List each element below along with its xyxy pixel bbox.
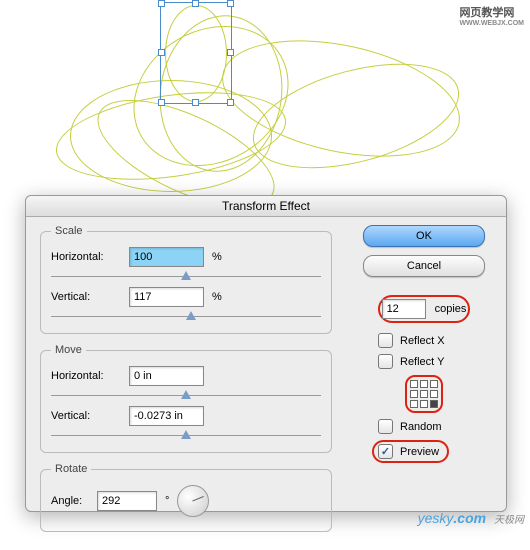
rotate-group: Rotate Angle: ° [40, 463, 332, 532]
scale-group: Scale Horizontal: % Vertical: % [40, 225, 332, 334]
random-label: Random [400, 421, 442, 433]
reflect-y-row[interactable]: Reflect Y [378, 354, 494, 369]
move-legend: Move [51, 344, 86, 356]
artboard [0, 0, 530, 195]
dialog-title: Transform Effect [26, 196, 506, 217]
scale-v-input[interactable] [129, 287, 204, 307]
preview-label: Preview [400, 446, 439, 458]
copies-input[interactable] [382, 299, 426, 319]
ok-button[interactable]: OK [363, 225, 485, 247]
rotate-legend: Rotate [51, 463, 91, 475]
random-row[interactable]: Random [378, 419, 494, 434]
scale-legend: Scale [51, 225, 87, 237]
reflect-y-checkbox[interactable] [378, 354, 393, 369]
scale-h-label: Horizontal: [51, 251, 129, 263]
random-checkbox[interactable] [378, 419, 393, 434]
reflect-y-label: Reflect Y [400, 356, 444, 368]
move-h-label: Horizontal: [51, 370, 129, 382]
scale-h-unit: % [212, 251, 222, 263]
angle-input[interactable] [97, 491, 157, 511]
preview-checkbox[interactable]: ✓ [378, 444, 393, 459]
reflect-x-row[interactable]: Reflect X [378, 333, 494, 348]
copies-highlight: copies [378, 295, 471, 323]
move-group: Move Horizontal: Vertical: [40, 344, 332, 453]
transform-effect-dialog: Transform Effect Scale Horizontal: % Ver… [25, 195, 507, 512]
angle-unit: ° [165, 495, 169, 507]
move-h-input[interactable] [129, 366, 204, 386]
copies-label: copies [435, 303, 467, 315]
watermark-bottom: yesky.com 天极网 [418, 510, 524, 526]
move-h-slider[interactable] [51, 390, 321, 402]
scale-h-input[interactable] [129, 247, 204, 267]
cancel-button[interactable]: Cancel [363, 255, 485, 277]
reflect-x-checkbox[interactable] [378, 333, 393, 348]
watermark-top: 网页教学网 WWW.WEBJX.COM [459, 4, 524, 27]
angle-dial[interactable] [177, 485, 209, 517]
reflect-x-label: Reflect X [400, 335, 445, 347]
angle-label: Angle: [51, 495, 97, 507]
scale-h-slider[interactable] [51, 271, 321, 283]
move-v-slider[interactable] [51, 430, 321, 442]
scale-v-unit: % [212, 291, 222, 303]
scale-v-slider[interactable] [51, 311, 321, 323]
move-v-input[interactable] [129, 406, 204, 426]
scale-v-label: Vertical: [51, 291, 129, 303]
reference-point-grid[interactable] [405, 375, 443, 413]
selection-box[interactable] [160, 2, 232, 104]
preview-highlight: ✓ Preview [372, 440, 449, 463]
move-v-label: Vertical: [51, 410, 129, 422]
